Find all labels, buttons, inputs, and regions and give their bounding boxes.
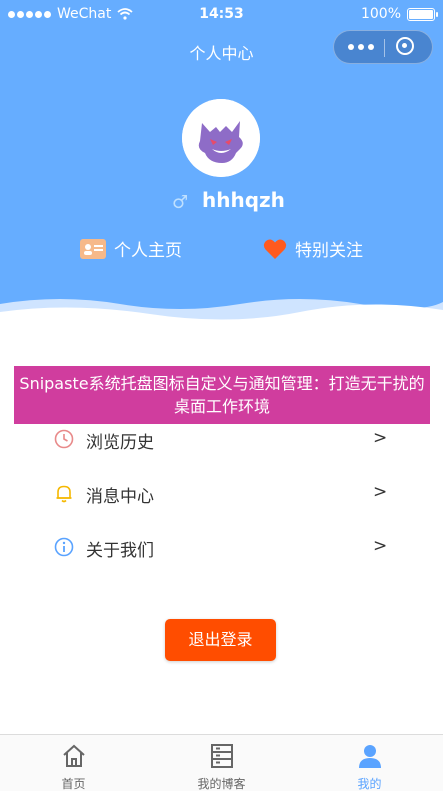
battery-icon xyxy=(407,7,438,21)
home-icon xyxy=(63,744,85,767)
logout-button[interactable]: 退出登录 xyxy=(165,619,276,661)
status-bar: WeChat 14:53 100% xyxy=(0,0,443,28)
close-miniprogram-icon[interactable] xyxy=(396,37,414,55)
battery-percent: 100% xyxy=(360,6,401,22)
special-follow-label: 特别关注 xyxy=(295,241,363,261)
username: hhhqzh xyxy=(202,188,285,212)
homepage-link[interactable]: 个人主页 xyxy=(80,236,182,261)
blog-list-icon xyxy=(211,744,233,768)
user-icon xyxy=(359,745,381,768)
header-wave xyxy=(0,299,443,330)
overlay-title-banner: Snipaste系统托盘图标自定义与通知管理：打造无干扰的桌面工作环境 xyxy=(14,366,430,424)
menu-label-about: 关于我们 xyxy=(86,541,154,561)
chevron-right-icon: > xyxy=(373,428,388,448)
tab-mine-label: 我的 xyxy=(357,777,382,791)
tab-home-label: 首页 xyxy=(61,777,86,791)
tab-mine[interactable]: 我的 xyxy=(296,735,443,792)
menu-item-messages[interactable]: 消息中心 > xyxy=(0,467,443,521)
menu-label-history: 浏览历史 xyxy=(86,433,154,453)
bottom-tab-bar: 首页 我的博客 我的 xyxy=(0,734,443,791)
more-icon[interactable] xyxy=(348,44,374,50)
bell-icon xyxy=(56,485,72,503)
miniprogram-capsule xyxy=(333,30,433,64)
chevron-right-icon: > xyxy=(373,536,388,556)
tab-home[interactable]: 首页 xyxy=(0,735,147,792)
id-card-icon xyxy=(80,238,106,259)
info-icon xyxy=(54,537,74,557)
avatar[interactable] xyxy=(182,99,260,177)
chevron-right-icon: > xyxy=(373,482,388,502)
menu-label-messages: 消息中心 xyxy=(86,487,154,507)
gender-male-icon: ♂ xyxy=(172,192,189,213)
homepage-link-label: 个人主页 xyxy=(114,241,182,261)
special-follow-link[interactable]: 特别关注 xyxy=(263,236,363,261)
menu-item-about[interactable]: 关于我们 > xyxy=(0,521,443,575)
tab-my-blog-label: 我的博客 xyxy=(197,777,246,791)
clock-icon xyxy=(54,429,74,449)
gengar-avatar-icon xyxy=(182,99,260,177)
heart-icon xyxy=(263,239,287,259)
tab-my-blog[interactable]: 我的博客 xyxy=(148,735,295,792)
capsule-divider xyxy=(384,39,385,57)
profile-header: WeChat 14:53 100% 个人中心 ♂ hhhqzh 个人主页 特别关… xyxy=(0,0,443,330)
